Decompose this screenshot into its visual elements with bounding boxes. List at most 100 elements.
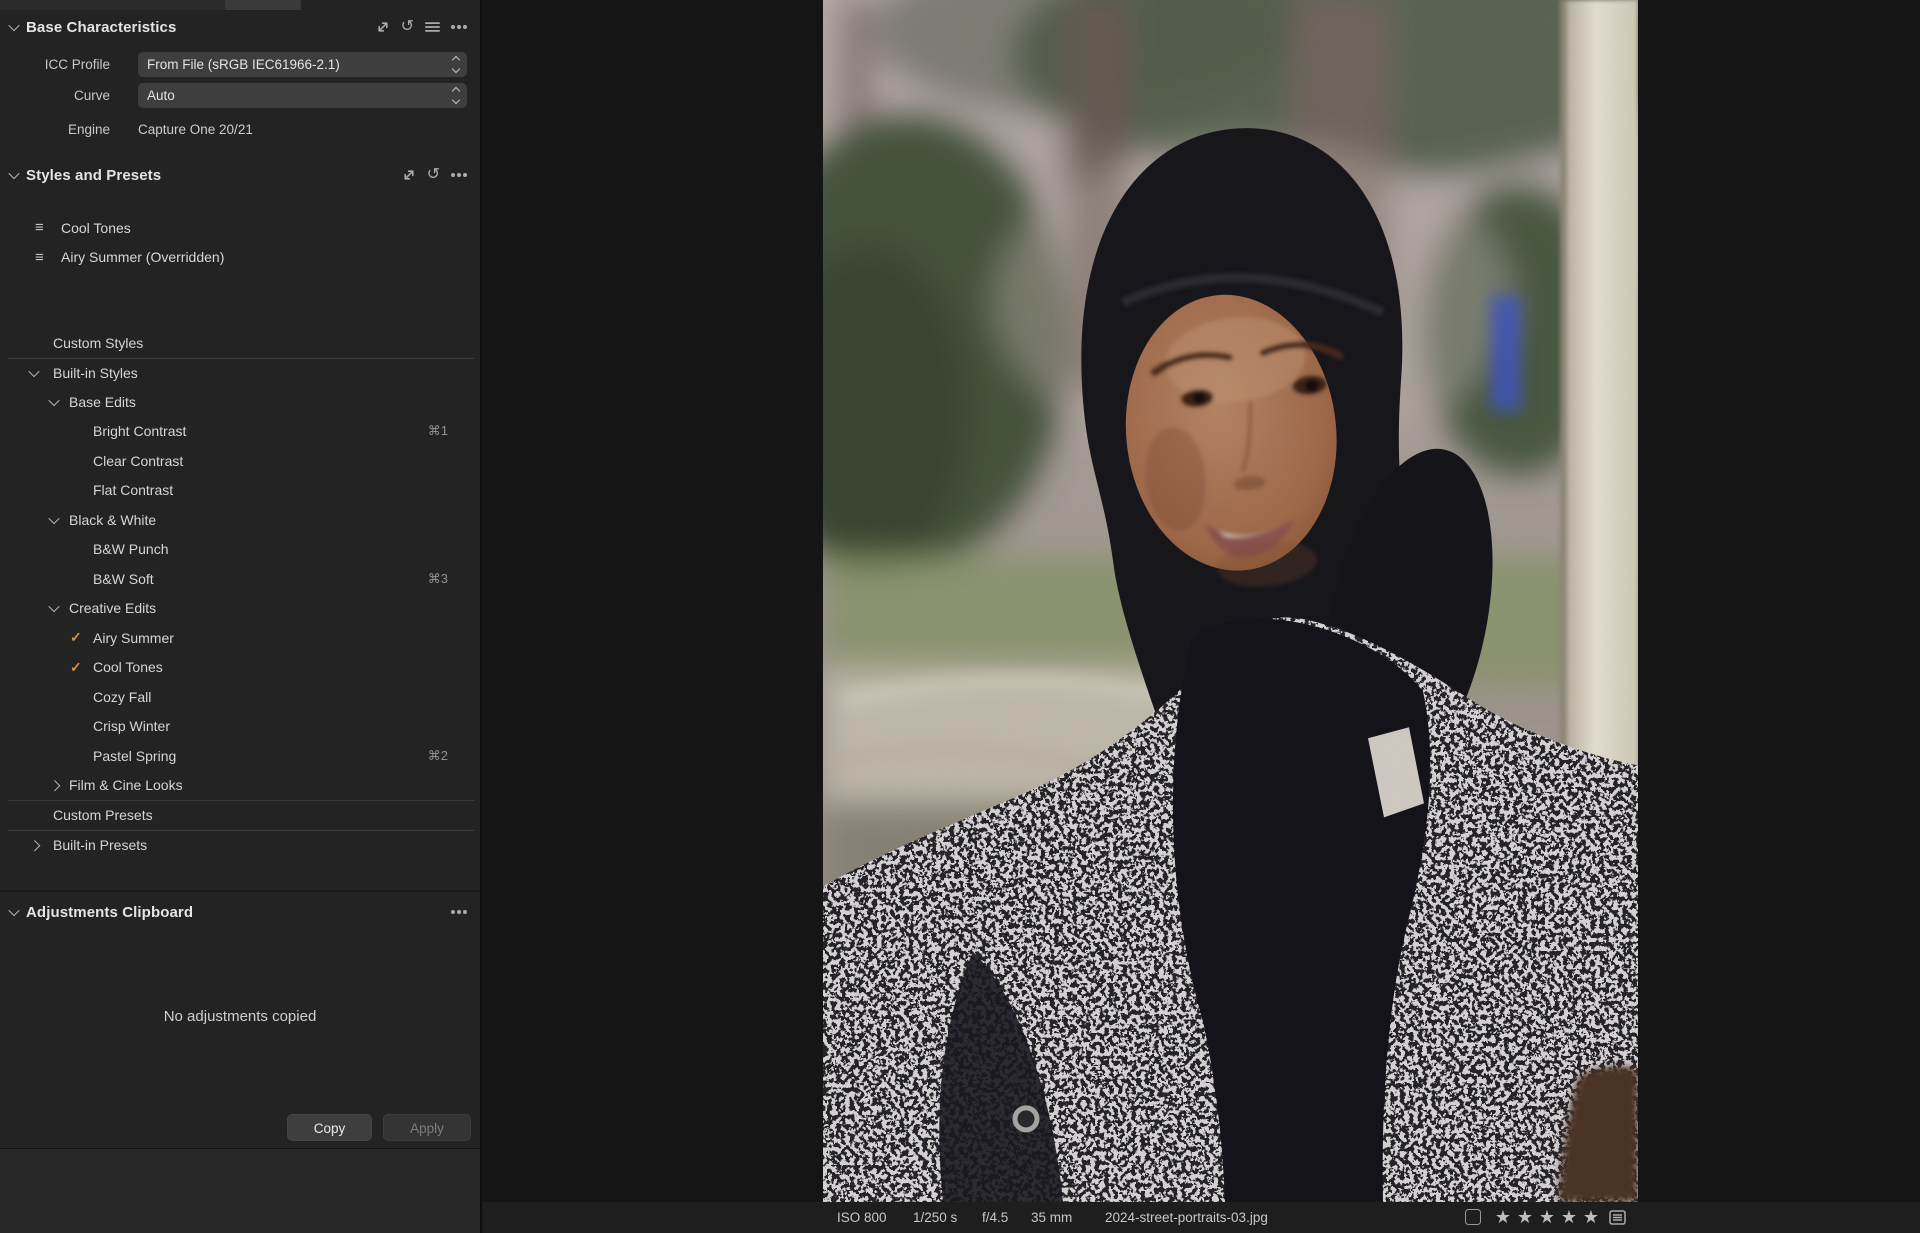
check-icon: ✓	[70, 629, 82, 646]
style-tree-label: Built-in Presets	[53, 837, 147, 853]
more-options-icon[interactable]	[451, 173, 455, 177]
chevron-down-icon[interactable]	[28, 366, 39, 377]
styles-presets-header: Styles and Presets ↺	[0, 158, 480, 192]
icc-profile-dropdown[interactable]: From File (sRGB IEC61966-2.1)	[138, 52, 467, 77]
expand-tool-icon[interactable]	[376, 20, 390, 34]
star-icon[interactable]: ★	[1514, 1207, 1536, 1228]
active-tool-tab[interactable]	[225, 0, 301, 10]
chevron-down-icon[interactable]	[8, 20, 19, 31]
style-tree-label: Pastel Spring	[93, 748, 176, 764]
style-tree-label: Custom Presets	[53, 807, 153, 823]
style-tree-label: B&W Punch	[93, 541, 168, 557]
icc-profile-row: ICC Profile From File (sRGB IEC61966-2.1…	[0, 52, 480, 77]
more-options-icon[interactable]	[451, 910, 455, 914]
engine-row: Engine Capture One 20/21	[0, 117, 480, 142]
chevron-right-icon[interactable]	[49, 780, 60, 791]
applied-style-label: Cool Tones	[61, 220, 131, 236]
star-icon[interactable]: ★	[1492, 1207, 1514, 1228]
icc-profile-label: ICC Profile	[0, 52, 110, 77]
style-tree-item[interactable]: Clear Contrast	[8, 446, 474, 476]
clipboard-empty-message: No adjustments copied	[0, 1008, 480, 1025]
style-tree-item[interactable]: ✓Cool Tones	[8, 653, 474, 683]
style-tree-item[interactable]: Built-in Styles	[8, 358, 474, 388]
chevron-down-icon[interactable]	[48, 601, 59, 612]
apply-button[interactable]: Apply	[383, 1114, 471, 1141]
curve-label: Curve	[0, 83, 110, 108]
style-tree-item[interactable]: Custom Presets	[8, 800, 474, 830]
style-tree-item[interactable]: Creative Edits	[8, 594, 474, 624]
applied-style-item[interactable]: ≡Cool Tones	[0, 213, 480, 243]
styles-presets-section: Styles and Presets ↺ ≡Cool Tones≡Airy Su…	[0, 158, 480, 890]
tool-panel: Base Characteristics ↺ ICC Profile	[0, 0, 482, 1233]
style-tree-item[interactable]: Crisp Winter	[8, 712, 474, 742]
portrait-photo[interactable]	[823, 0, 1638, 1202]
tab-strip-segment	[0, 0, 225, 10]
style-tree-label: Film & Cine Looks	[69, 777, 183, 793]
shortcut-label: ⌘2	[428, 748, 474, 764]
style-tree-item[interactable]: ✓ Airy Summer	[8, 623, 474, 653]
curve-dropdown[interactable]: Auto	[138, 83, 467, 108]
star-icon[interactable]: ★	[1536, 1207, 1558, 1228]
shortcut-label: ⌘3	[428, 571, 474, 587]
style-tree-label: Cozy Fall	[93, 689, 151, 705]
base-characteristics-section: Base Characteristics ↺ ICC Profile	[0, 10, 480, 158]
iso-value: ISO 800	[837, 1202, 887, 1233]
style-tree-item[interactable]: Cozy Fall	[8, 682, 474, 712]
star-rating: ★★★★★	[1492, 1202, 1602, 1233]
applied-style-label: Airy Summer (Overridden)	[61, 249, 224, 265]
style-tree-label: B&W Soft	[93, 571, 154, 587]
expand-tool-icon[interactable]	[402, 168, 416, 182]
tag-checkbox[interactable]	[1465, 1209, 1481, 1225]
aperture-value: f/4.5	[982, 1202, 1008, 1233]
section-title: Base Characteristics	[26, 19, 176, 36]
engine-label: Engine	[0, 117, 110, 142]
chevron-right-icon[interactable]	[29, 840, 40, 851]
star-icon[interactable]: ★	[1558, 1207, 1580, 1228]
stepper-icon[interactable]	[453, 88, 459, 103]
style-tree-label: Base Edits	[69, 394, 136, 410]
star-icon[interactable]: ★	[1580, 1207, 1602, 1228]
style-tree-item[interactable]: Pastel Spring ⌘2	[8, 741, 474, 771]
style-tree-item[interactable]: B&W Soft ⌘3	[8, 564, 474, 594]
style-tree-item[interactable]: Built-in Presets	[8, 830, 474, 860]
applied-styles-list: ≡Cool Tones≡Airy Summer (Overridden)	[0, 213, 480, 272]
style-tree-label: Airy Summer	[93, 630, 174, 646]
panel-footer	[0, 1148, 480, 1233]
applied-style-item[interactable]: ≡Airy Summer (Overridden)	[0, 243, 480, 273]
chevron-down-icon[interactable]	[48, 513, 59, 524]
check-icon: ✓	[70, 659, 82, 676]
reset-tool-icon[interactable]: ↺	[427, 168, 440, 182]
section-title: Adjustments Clipboard	[26, 904, 193, 921]
style-tree-label: Bright Contrast	[93, 423, 186, 439]
focal-length-value: 35 mm	[1031, 1202, 1072, 1233]
style-tree-item[interactable]: Custom Styles	[8, 328, 474, 358]
style-tree-label: Custom Styles	[53, 335, 143, 351]
hamburger-menu-icon[interactable]	[425, 21, 440, 33]
style-tree-item[interactable]: B&W Punch	[8, 535, 474, 565]
style-tree-item[interactable]: Base Edits	[8, 387, 474, 417]
copy-button[interactable]: Copy	[287, 1114, 372, 1141]
image-viewer: ISO 800 1/250 s f/4.5 35 mm 2024-street-…	[482, 0, 1920, 1233]
style-tree-item[interactable]: Film & Cine Looks	[8, 771, 474, 801]
chevron-down-icon[interactable]	[8, 168, 19, 179]
base-characteristics-header: Base Characteristics ↺	[0, 10, 480, 44]
shutter-speed-value: 1/250 s	[913, 1202, 957, 1233]
style-tree-item[interactable]: Bright Contrast ⌘1	[8, 417, 474, 447]
style-tree-label: Flat Contrast	[93, 482, 173, 498]
chevron-down-icon[interactable]	[48, 395, 59, 406]
style-tree-item[interactable]: Flat Contrast	[8, 476, 474, 506]
portrait-photo-render	[823, 0, 1638, 1202]
style-tree-label: Crisp Winter	[93, 718, 170, 734]
list-view-icon[interactable]	[1609, 1210, 1626, 1230]
filename-label: 2024-street-portraits-03.jpg	[1105, 1202, 1268, 1233]
style-tree-item[interactable]: Black & White	[8, 505, 474, 535]
style-tree-label: Black & White	[69, 512, 156, 528]
chevron-down-icon[interactable]	[8, 905, 19, 916]
reset-tool-icon[interactable]: ↺	[401, 20, 414, 34]
stepper-icon[interactable]	[453, 57, 459, 72]
more-options-icon[interactable]	[451, 25, 455, 29]
shortcut-label: ⌘1	[428, 423, 474, 439]
engine-value: Capture One 20/21	[138, 117, 253, 142]
adjustments-clipboard-section: Adjustments Clipboard No adjustments cop…	[0, 890, 480, 1148]
section-title: Styles and Presets	[26, 167, 161, 184]
